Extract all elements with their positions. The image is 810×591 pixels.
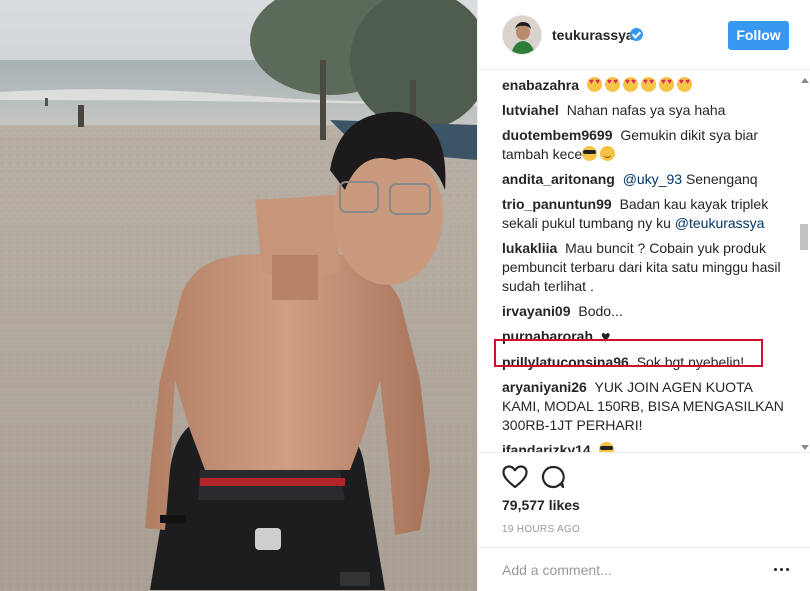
comment-username[interactable]: lutviahel [502,102,559,118]
add-comment-input[interactable] [502,560,752,580]
scroll-down-arrow-icon[interactable] [801,445,809,450]
more-options-icon[interactable] [774,568,790,572]
comment-username[interactable]: prillylatuconsina96 [502,354,629,370]
verified-badge-icon [630,28,643,41]
post-header: teukurassya Follow [478,0,810,70]
sunglasses-emoji [582,146,598,161]
heart-eyes-emoji [604,77,620,92]
heart-eyes-emoji [640,77,656,92]
comment-mention[interactable]: @teukurassya [675,215,765,231]
comment: irvayani09 Bodo... [502,302,792,321]
comment-username[interactable]: purnabarorah [502,328,593,344]
comment: purnabarorah ♥ [502,327,792,347]
scroll-up-arrow-icon[interactable] [801,78,809,83]
comment-text: Bodo... [578,303,623,319]
comment-mention[interactable]: @uky_93 [623,171,682,187]
likes-count[interactable]: 79,577 likes [502,497,580,513]
comments-scrollbar[interactable] [798,76,810,452]
comment: aryaniyani26 YUK JOIN AGEN KUOTA KAMI, M… [502,378,792,435]
comment-username[interactable]: duotembem9699 [502,127,612,143]
comment: duotembem9699 Gemukin dikit sya biar tam… [502,126,792,164]
comment-username[interactable]: aryaniyani26 [502,379,587,395]
comment-text: Senenganq [685,171,758,187]
comment: enabazahra [502,76,792,95]
comment-text: Nahan nafas ya sya haha [566,102,726,118]
comment-username[interactable]: lukakliia [502,240,557,256]
avatar[interactable] [502,15,542,55]
follow-button[interactable]: Follow [728,21,789,50]
comment: trio_panuntun99 Badan kau kayak triplek … [502,195,792,233]
comment-username[interactable]: ifandarizky14 [502,442,591,452]
black-heart-emoji: ♥ [600,329,611,346]
post-actions: 79,577 likes 19 HOURS AGO [478,452,810,547]
heart-icon[interactable] [502,465,528,489]
comment: lutviahel Nahan nafas ya sya haha [502,101,792,120]
username-link[interactable]: teukurassya [552,27,634,43]
post-photo[interactable] [0,0,477,591]
add-comment-bar [478,547,810,591]
heart-eyes-emoji [586,77,602,92]
comment-icon[interactable] [541,465,565,489]
comment: andita_aritonang @uky_93 Senenganq [502,170,792,189]
comment-username[interactable]: enabazahra [502,77,579,93]
comment-list[interactable]: enabazahra lutviahel Nahan nafas ya sya … [502,76,792,452]
heart-eyes-emoji [622,77,638,92]
comment-username[interactable]: irvayani09 [502,303,571,319]
comment-username[interactable]: andita_aritonang [502,171,615,187]
comment: lukakliia Mau buncit ? Cobain yuk produk… [502,239,792,296]
post-sidebar: teukurassya Follow enabazahra lutviahel … [477,0,810,591]
comment-username[interactable]: trio_panuntun99 [502,196,612,212]
comment-text: Sok bgt nyebelin! [636,354,745,370]
comment-highlighted: prillylatuconsina96 Sok bgt nyebelin! [502,353,792,372]
beach-photo-illustration [0,0,477,591]
sunglasses-emoji [598,442,614,452]
heart-eyes-emoji [658,77,674,92]
scroll-thumb[interactable] [800,224,808,250]
comment: ifandarizky14 [502,441,792,452]
avatar-image [503,16,541,54]
heart-eyes-emoji [676,77,692,92]
post-timestamp[interactable]: 19 HOURS AGO [502,524,580,535]
smile-emoji [600,146,616,161]
